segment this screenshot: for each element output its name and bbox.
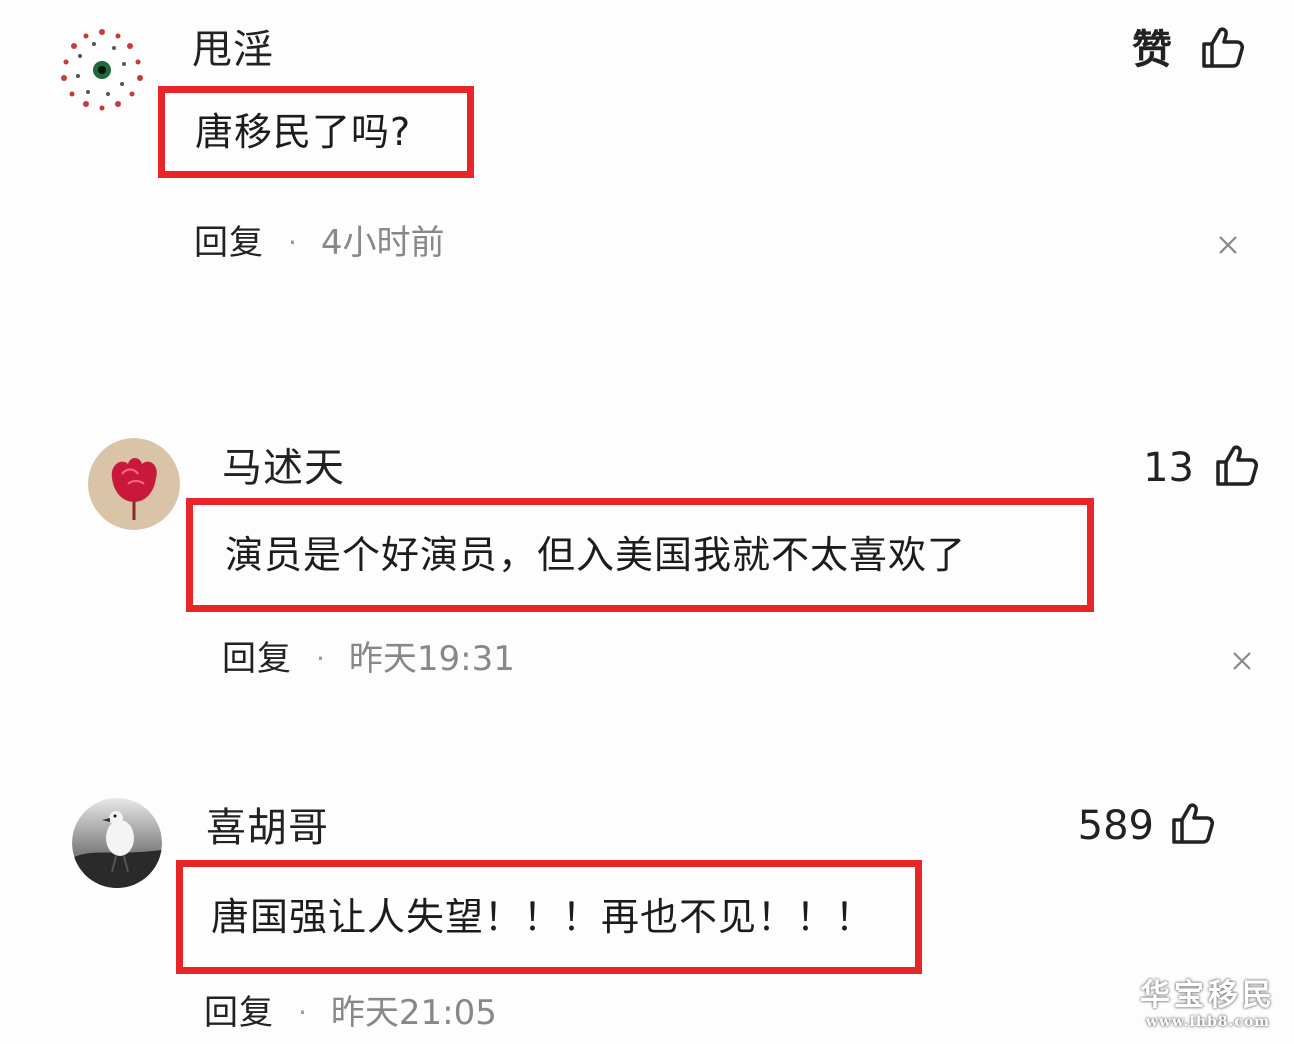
- comment-text: 唐国强让人失望！！！再也不见！！！: [211, 895, 875, 939]
- like-count: 13: [1143, 445, 1194, 491]
- timestamp: 昨天19:31: [348, 639, 515, 679]
- avatar-bird-icon: [72, 798, 162, 888]
- timestamp: 4小时前: [320, 223, 445, 263]
- separator: ·: [298, 996, 307, 1029]
- reply-button[interactable]: 回复: [222, 642, 292, 676]
- like-count: 589: [1077, 803, 1154, 849]
- thumbs-up-icon[interactable]: [1212, 442, 1260, 490]
- reply-button[interactable]: 回复: [194, 226, 264, 260]
- avatar[interactable]: [56, 24, 148, 116]
- username[interactable]: 喜胡哥: [206, 808, 329, 848]
- separator: ·: [316, 642, 325, 675]
- comment-thread: 甩淫 赞 唐移民了吗? 回复 · 4小时前 马述天 13 演员是个好演员，但入美…: [0, 0, 1294, 1044]
- avatar-rose-icon: [88, 438, 180, 530]
- comment-meta: 回复 · 4小时前: [194, 226, 445, 260]
- avatar[interactable]: [72, 798, 162, 888]
- avatar-dots-icon: [57, 25, 147, 115]
- close-icon[interactable]: [1232, 651, 1252, 671]
- comment-text: 演员是个好演员，但入美国我就不太喜欢了: [225, 533, 967, 577]
- thumbs-up-icon[interactable]: [1168, 800, 1216, 848]
- comment-highlight: 唐国强让人失望！！！再也不见！！！: [176, 860, 922, 974]
- avatar[interactable]: [88, 438, 180, 530]
- reply-button[interactable]: 回复: [204, 996, 274, 1030]
- comment-meta: 回复 · 昨天19:31: [222, 642, 515, 676]
- username[interactable]: 甩淫: [192, 30, 274, 70]
- username[interactable]: 马述天: [222, 448, 345, 488]
- comment-highlight: 演员是个好演员，但入美国我就不太喜欢了: [186, 498, 1094, 612]
- watermark-title: 华宝移民: [1140, 978, 1276, 1013]
- comment-meta: 回复 · 昨天21:05: [204, 996, 497, 1030]
- close-icon[interactable]: [1218, 235, 1238, 255]
- like-label: 赞: [1132, 27, 1172, 73]
- timestamp: 昨天21:05: [330, 993, 497, 1033]
- comment-highlight: 唐移民了吗?: [158, 86, 474, 178]
- comment-text: 唐移民了吗?: [195, 110, 412, 154]
- thumbs-up-icon[interactable]: [1198, 24, 1246, 72]
- separator: ·: [288, 226, 297, 259]
- watermark-url: www.ihb8.com: [1145, 1014, 1271, 1030]
- watermark: 华宝移民 www.ihb8.com: [1140, 970, 1276, 1030]
